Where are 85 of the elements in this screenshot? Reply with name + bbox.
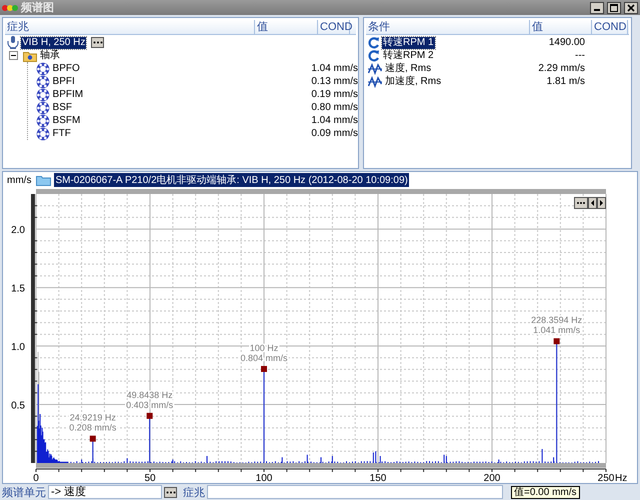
- more-button[interactable]: [574, 196, 588, 209]
- value-cell-text: 1.04 mm/s: [310, 63, 358, 74]
- condition-item[interactable]: 转速RPM 1: [382, 36, 435, 48]
- value-cell-text: 1490.00: [548, 37, 585, 48]
- value-cell-text: 1.04 mm/s: [310, 115, 358, 126]
- value-cell-text: 0.13 mm/s: [310, 76, 358, 87]
- bearing-icon: [36, 62, 50, 76]
- column-header[interactable]: COND: [592, 20, 628, 34]
- bearing-icon: [36, 114, 50, 128]
- x-tick-label: 250: [598, 472, 614, 483]
- tree-item[interactable]: BPFO: [52, 62, 180, 74]
- tree-item[interactable]: BSFM: [52, 114, 180, 126]
- column-header[interactable]: 值: [255, 20, 318, 34]
- tree-item[interactable]: BPFIM: [52, 88, 180, 100]
- value-cell-text: 2.29 mm/s: [537, 63, 585, 74]
- waveform-icon: [368, 62, 382, 74]
- column-header[interactable]: 症兆: [5, 20, 255, 34]
- dots-icon: [166, 490, 176, 494]
- peak-marker[interactable]: [90, 435, 96, 463]
- y-tick-label: 1.5: [11, 283, 25, 294]
- symptom-field[interactable]: [207, 485, 503, 499]
- x-tick-label: 100: [256, 472, 272, 483]
- tree-item[interactable]: VIB H, 250 Hz: [21, 36, 86, 48]
- unit-label: 频谱单元: [2, 486, 46, 500]
- maximize-button[interactable]: [607, 2, 621, 14]
- condition-item[interactable]: 加速度, Rms: [384, 76, 442, 88]
- tree-item[interactable]: BSF: [52, 102, 180, 114]
- point: [90, 435, 96, 442]
- condition-item[interactable]: 转速RPM 2: [382, 50, 435, 62]
- minimize-button[interactable]: [590, 2, 604, 14]
- tree-item[interactable]: FTF: [52, 128, 180, 140]
- folder-icon: [36, 174, 52, 186]
- point: [261, 366, 267, 372]
- scroll-bar[interactable]: [36, 188, 606, 194]
- rotation-icon: [368, 50, 380, 62]
- tree-item[interactable]: BPFI: [52, 76, 180, 88]
- scroll-bar[interactable]: [36, 462, 606, 468]
- condition-item[interactable]: 速度, Rms: [384, 62, 432, 74]
- next-button[interactable]: [597, 196, 606, 209]
- value-tooltip: 值=0.00 mm/s: [511, 486, 580, 498]
- x-tick-label: 50: [144, 472, 156, 483]
- collapse-icon[interactable]: [9, 51, 18, 60]
- y-tick-label: 0.5: [11, 400, 25, 412]
- unit-field[interactable]: -> 速度: [48, 485, 162, 499]
- bearing-icon: [36, 126, 50, 140]
- value-cell-text: 0.09 mm/s: [310, 128, 358, 139]
- window-title: 频谱图: [21, 0, 54, 15]
- value-cell-text: 1.81 m/s: [546, 76, 585, 87]
- bearing-icon: [36, 100, 50, 114]
- status-lights-icon: [2, 4, 18, 12]
- more-button[interactable]: [164, 486, 177, 498]
- peak-marker[interactable]: [146, 412, 153, 463]
- folder-icon: [23, 50, 37, 62]
- waveform-icon: [368, 76, 382, 88]
- value-cell-text: 0.19 mm/s: [310, 89, 358, 100]
- column-header[interactable]: COND: [318, 20, 350, 34]
- value-cell-text: 0.80 mm/s: [310, 102, 358, 113]
- symptom-label: 症兆: [183, 486, 205, 500]
- point: [146, 412, 153, 419]
- maximize-icon: [610, 4, 618, 12]
- previous-button[interactable]: [588, 196, 597, 209]
- y-tick-label: 2.0: [11, 224, 25, 236]
- dots-icon: [92, 41, 103, 44]
- unit-label: mm/s: [7, 174, 32, 186]
- peak-label: 228.3594 Hz 1.041 mm/s: [531, 314, 582, 335]
- x-tick-label: 150: [370, 472, 386, 483]
- tree-item[interactable]: 轴承: [39, 50, 61, 62]
- bearing-icon: [36, 74, 50, 88]
- x-tick-label: 200: [484, 472, 500, 483]
- close-icon: [627, 4, 635, 12]
- point: [554, 338, 560, 344]
- chart-title: SM-0206067-A P210/2电机非驱动端轴承: VIB H, 250 Hz (2012-08-20 10:09:09): [54, 173, 409, 188]
- column-header[interactable]: 值: [530, 20, 592, 34]
- rotation-icon: [368, 36, 380, 48]
- x-tick-label: 0: [33, 472, 39, 483]
- x-axis-label: Hz: [615, 472, 628, 483]
- value-cell-text: ---: [574, 50, 585, 61]
- y-tick-label: 1.0: [11, 342, 25, 353]
- bearing-icon: [36, 88, 50, 102]
- peak-label: 24.9219 Hz 0.208 mm/s: [69, 412, 116, 432]
- peak-marker[interactable]: [554, 338, 560, 463]
- column-header[interactable]: 条件: [366, 20, 530, 34]
- close-button[interactable]: [624, 2, 638, 14]
- peak-marker[interactable]: [261, 366, 267, 463]
- more-button[interactable]: [91, 37, 104, 48]
